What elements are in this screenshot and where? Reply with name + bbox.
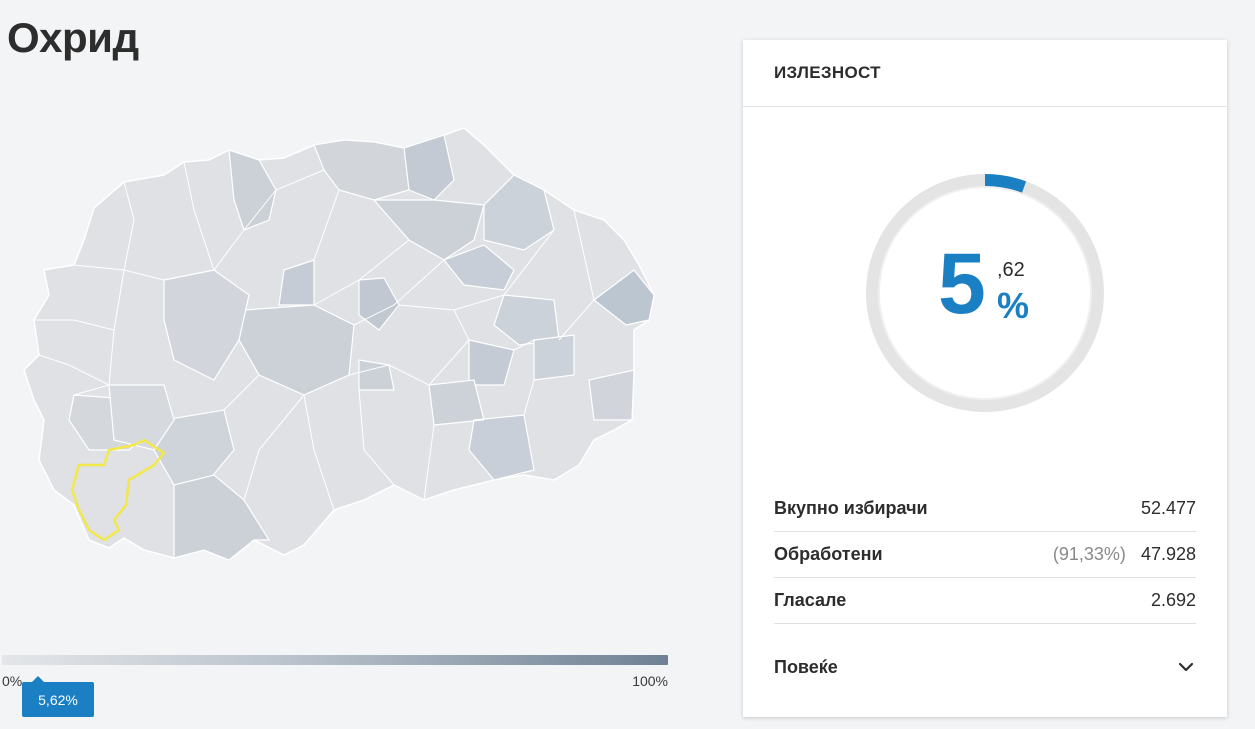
chevron-down-icon[interactable] [1176,657,1196,677]
stat-label: Гласале [774,590,847,610]
stat-value: 52.477 [1140,498,1196,518]
stat-label: Вкупно избирачи [774,498,928,518]
stat-label: Обработени [774,544,883,564]
card-header: ИЗЛЕЗНОСТ [743,40,1227,107]
stat-row-voted: Гласале 2.692 [774,578,1196,624]
stats-list: Вкупно избирачи 52.477 Обработени (91,33… [774,486,1196,624]
municipality-map[interactable] [14,120,659,570]
stat-row-processed: Обработени (91,33%) 47.928 [774,532,1196,578]
stat-value: 47.928 [1140,544,1196,564]
gauge-decimal: ,62 [997,259,1025,281]
legend-min-label: 0% [2,673,23,689]
page-title: Охрид [7,14,139,61]
gauge-integer: 5 [938,236,986,332]
gauge-label: 5 ,62 % [855,163,1115,423]
stat-percent: (91,33%) [1052,544,1126,564]
turnout-card: ИЗЛЕЗНОСТ 5 ,62 % Вкупно избирачи 52.477… [743,40,1227,717]
more-toggle[interactable]: Повеќе [774,644,1196,690]
stat-value: 2.692 [1150,590,1196,610]
gauge-percent-sign: % [997,285,1030,326]
legend-value-marker: 5,62% [22,676,94,717]
legend-max-label: 100% [632,673,668,689]
turnout-gradient-bar [2,655,668,665]
stat-row-total-voters: Вкупно избирачи 52.477 [774,486,1196,532]
more-label: Повеќе [774,656,838,677]
